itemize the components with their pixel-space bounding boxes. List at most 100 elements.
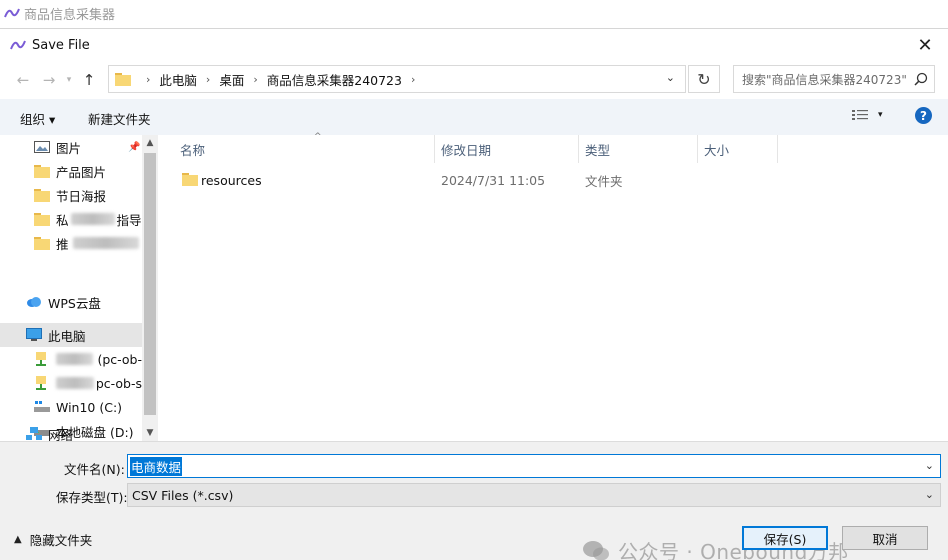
- navigation-pane: 图片 📌 产品图片 节日海报 私 指导 推 WPS云盘 此电脑 (pc-ob- …: [0, 135, 158, 441]
- up-button[interactable]: ↑: [76, 67, 102, 93]
- column-header-size[interactable]: 大小: [698, 135, 778, 163]
- nav-item-label: 推: [56, 236, 69, 252]
- nav-item-label: (pc-ob-: [97, 351, 142, 367]
- forward-button[interactable]: →: [36, 67, 62, 93]
- nav-item-pictures[interactable]: 图片 📌: [0, 135, 142, 159]
- breadcrumb-separator-icon: ›: [146, 72, 151, 86]
- nav-item-blurred-folder-2[interactable]: 推: [0, 231, 142, 255]
- nav-item-blurred-folder-1[interactable]: 私 指导: [0, 207, 142, 231]
- chevron-down-icon: ▾: [66, 75, 72, 85]
- search-placeholder: 搜索"商品信息采集器240723": [742, 72, 907, 87]
- scroll-up-icon[interactable]: ▲: [142, 135, 158, 151]
- nav-item-label: 此电脑: [48, 328, 86, 344]
- hide-folders-toggle[interactable]: ▲ 隐藏文件夹: [14, 530, 92, 549]
- computer-icon: [26, 328, 42, 341]
- nav-item-label-suffix: 指导: [116, 212, 142, 228]
- dialog-logo-icon: [10, 40, 26, 50]
- chevron-down-icon[interactable]: ⌄: [925, 459, 934, 472]
- nav-item-label: pc-ob-s: [95, 375, 142, 391]
- nav-item-this-pc[interactable]: 此电脑: [0, 323, 142, 347]
- folder-icon: [34, 213, 50, 226]
- redacted-text: [56, 377, 94, 389]
- breadcrumb-item-desktop[interactable]: 桌面: [219, 70, 244, 89]
- search-icon: [914, 72, 928, 86]
- cancel-button[interactable]: 取消: [842, 526, 928, 550]
- sort-ascending-icon: ^: [314, 132, 322, 142]
- nav-item-network-drive-2[interactable]: pc-ob-s: [0, 371, 142, 395]
- nav-item-wps-cloud[interactable]: WPS云盘: [0, 290, 142, 314]
- redacted-text: [70, 213, 115, 225]
- breadcrumb-separator-icon: ›: [410, 72, 416, 86]
- address-dropdown-icon[interactable]: ⌄: [666, 71, 675, 84]
- column-header-name[interactable]: 名称 ^: [174, 132, 435, 163]
- command-toolbar: 组织 ▾ 新建文件夹 ▾ ?: [0, 99, 948, 135]
- address-bar[interactable]: › 此电脑 › 桌面 › 商品信息采集器240723 › ⌄: [108, 65, 686, 93]
- network-icon: [26, 427, 42, 440]
- new-folder-button[interactable]: 新建文件夹: [88, 109, 151, 128]
- file-type: 文件夹: [585, 173, 623, 189]
- filename-input[interactable]: 电商数据 ⌄: [127, 454, 941, 478]
- up-arrow-icon: ↑: [82, 71, 96, 89]
- save-file-dialog: Save File ✕ ← → ▾ ↑ › 此电脑 › 桌面 › 商品信息采集器…: [0, 28, 948, 560]
- column-header-label: 名称: [180, 142, 206, 158]
- view-options-button[interactable]: ▾: [852, 109, 883, 121]
- column-header-modified[interactable]: 修改日期: [435, 135, 579, 163]
- forward-arrow-icon: →: [42, 71, 56, 89]
- back-button[interactable]: ←: [10, 67, 36, 93]
- filetype-label: 保存类型(T):: [56, 490, 128, 505]
- file-list: 名称 ^ 修改日期 类型 大小 resources 2024/7/31 11:0…: [160, 132, 948, 441]
- recent-locations-button[interactable]: ▾: [62, 67, 76, 93]
- refresh-button[interactable]: ↻: [688, 65, 720, 93]
- nav-item-label: 节日海报: [56, 188, 107, 204]
- folder-icon: [115, 73, 131, 86]
- folder-icon: [34, 165, 50, 178]
- back-arrow-icon: ←: [16, 71, 30, 89]
- wechat-icon: [583, 540, 609, 560]
- filename-label: 文件名(N):: [64, 462, 125, 477]
- file-name: resources: [201, 172, 262, 188]
- file-modified: 2024/7/31 11:05: [441, 172, 546, 188]
- nav-scrollbar[interactable]: ▲ ▼: [142, 135, 158, 441]
- app-title: 商品信息采集器: [24, 7, 116, 23]
- filename-value: 电商数据: [130, 456, 183, 476]
- nav-item-holiday-posters[interactable]: 节日海报: [0, 183, 142, 207]
- close-icon: ✕: [917, 34, 933, 56]
- pictures-icon: [34, 141, 50, 153]
- cloud-icon: [27, 297, 41, 307]
- nav-item-product-images[interactable]: 产品图片: [0, 159, 142, 183]
- breadcrumb-separator-icon: ›: [253, 72, 258, 86]
- save-form: 文件名(N): 电商数据 ⌄ 保存类型(T): CSV Files (*.csv…: [0, 441, 948, 560]
- chevron-up-icon: ▲: [14, 534, 22, 545]
- refresh-icon: ↻: [697, 69, 711, 89]
- folder-icon: [34, 189, 50, 202]
- search-input[interactable]: 搜索"商品信息采集器240723": [733, 65, 935, 93]
- help-button[interactable]: ?: [915, 107, 932, 124]
- nav-item-label: Win10 (C:): [56, 399, 123, 415]
- breadcrumb-item-this-pc[interactable]: 此电脑: [159, 70, 197, 89]
- chevron-down-icon: ▾: [878, 110, 883, 120]
- pin-icon: 📌: [128, 141, 141, 153]
- scroll-down-icon[interactable]: ▼: [142, 425, 158, 441]
- redacted-text: [72, 237, 139, 249]
- save-button[interactable]: 保存(S): [742, 526, 828, 550]
- column-header-type[interactable]: 类型: [579, 135, 698, 163]
- scrollbar-thumb[interactable]: [144, 153, 156, 415]
- chevron-down-icon: ⌄: [924, 488, 934, 501]
- table-row[interactable]: resources 2024/7/31 11:05 文件夹: [174, 169, 774, 191]
- breadcrumb: › 此电脑 › 桌面 › 商品信息采集器240723 ›: [137, 66, 424, 92]
- app-logo-icon: [4, 8, 20, 18]
- dialog-title: Save File: [32, 37, 90, 53]
- nav-item-label: 私: [56, 212, 69, 228]
- close-button[interactable]: ✕: [902, 29, 948, 61]
- nav-item-drive-c[interactable]: Win10 (C:): [0, 395, 142, 419]
- dialog-title-bar: Save File ✕: [0, 29, 948, 61]
- network-drive-icon: [36, 352, 46, 366]
- nav-item-network-drive-1[interactable]: (pc-ob-: [0, 347, 142, 371]
- organize-button[interactable]: 组织 ▾: [20, 109, 55, 128]
- network-drive-icon: [36, 376, 46, 390]
- app-title-bar: 商品信息采集器: [0, 0, 948, 26]
- breadcrumb-separator-icon: ›: [205, 72, 211, 86]
- column-header-label: 大小: [704, 142, 730, 158]
- filetype-select[interactable]: CSV Files (*.csv) ⌄: [127, 483, 941, 507]
- breadcrumb-item-folder[interactable]: 商品信息采集器240723: [267, 70, 402, 89]
